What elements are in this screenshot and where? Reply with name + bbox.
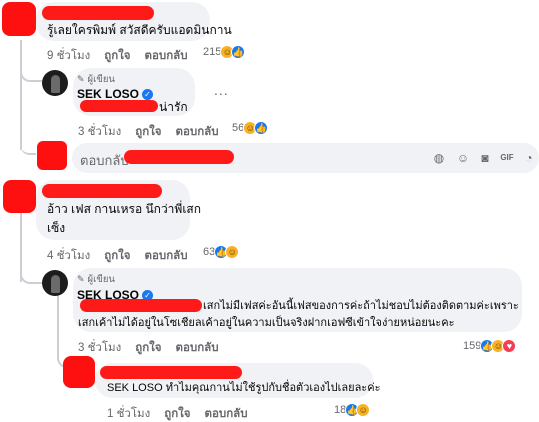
comment-actions: 1 ชั่วโมง ถูกใจ ตอบกลับ (107, 405, 248, 422)
avatar-sticker-icon[interactable]: ◍ (432, 151, 446, 165)
like-button[interactable]: ถูกใจ (104, 47, 130, 65)
reply-placeholder: ตอบกลับ (80, 153, 129, 168)
redacted-mention (124, 150, 234, 164)
author-avatar[interactable] (42, 270, 68, 296)
comment-text-line1: อ้าว เฟส กานเหรอ นึกว่าพี่เสก (47, 202, 202, 216)
current-user-avatar[interactable] (37, 141, 67, 170)
redacted-name (80, 100, 158, 112)
comment-text: น่ารัก (159, 100, 188, 114)
love-icon: ♥ (502, 339, 517, 353)
reaction-summary[interactable]: 63 👍 ☺ (203, 245, 240, 259)
pen-icon: ✎ (77, 74, 85, 84)
comment-text: รู้เลยใครพิมพ์ สวัสดีครับแอดมินกาน (47, 23, 232, 37)
reply-button[interactable]: ตอบกลับ (205, 405, 248, 422)
comment-time[interactable]: 1 ชั่วโมง (107, 405, 150, 422)
comment-text-line1: เสกไม่มีเฟสค่ะอันนี้เฟสของการค่ะถ้าไม่ชอ… (203, 300, 519, 312)
author-avatar[interactable] (42, 70, 68, 96)
camera-icon[interactable]: ◙ (478, 151, 492, 165)
comment-text-line2: เซ็ง (47, 221, 66, 235)
redacted-name (80, 299, 202, 312)
haha-icon: ☺ (356, 403, 371, 417)
comment-time[interactable]: 3 ชั่วโมง (78, 123, 121, 141)
comment-time[interactable]: 3 ชั่วโมง (78, 339, 121, 357)
redacted-name (42, 184, 162, 198)
more-options-icon[interactable]: ... (214, 82, 229, 98)
like-button[interactable]: ถูกใจ (135, 339, 161, 357)
comment-actions: 9 ชั่วโมง ถูกใจ ตอบกลับ (47, 47, 188, 65)
thread-line (20, 40, 22, 150)
author-badge: ✎ ผู้เขียน (77, 274, 115, 285)
reaction-summary[interactable]: 215 ☺ 👍 (203, 45, 246, 59)
avatar[interactable] (63, 356, 95, 388)
reply-button[interactable]: ตอบกลับ (145, 47, 188, 65)
author-badge: ✎ ผู้เขียน (77, 74, 115, 85)
comment-actions: 3 ชั่วโมง ถูกใจ ตอบกลับ (78, 339, 219, 357)
avatar[interactable] (3, 180, 36, 213)
emoji-icon[interactable]: ☺ (456, 151, 470, 165)
avatar[interactable] (2, 2, 36, 36)
comment-actions: 4 ชั่วโมง ถูกใจ ตอบกลับ (47, 247, 188, 265)
commenter-name[interactable]: SEK LOSO ✓ (77, 87, 154, 101)
like-button[interactable]: ถูกใจ (104, 247, 130, 265)
thread-connector (20, 60, 42, 82)
redacted-name (100, 366, 242, 379)
verified-icon: ✓ (142, 89, 154, 101)
gif-icon[interactable]: GIF (500, 151, 514, 165)
reply-button[interactable]: ตอบกลับ (176, 339, 219, 357)
comment-time[interactable]: 9 ชั่วโมง (47, 47, 90, 65)
thread-connector (20, 262, 42, 284)
like-icon: 👍 (254, 121, 269, 135)
reaction-summary[interactable]: 159 👍 ☺ ♥ (463, 339, 517, 353)
comment-text: SEK LOSO ทำไมคุณกานไม่ใช้รูปกับชื่อตัวเอ… (107, 382, 381, 394)
reaction-summary[interactable]: 18 👍 ☺ (334, 403, 371, 417)
pen-icon: ✎ (77, 274, 85, 284)
reaction-summary[interactable]: 56 ☺ 👍 (232, 121, 269, 135)
thread-connector (20, 135, 36, 155)
comment-actions: 3 ชั่วโมง ถูกใจ ตอบกลับ (78, 123, 219, 141)
like-icon: 👍 (231, 45, 246, 59)
reply-button[interactable]: ตอบกลับ (176, 123, 219, 141)
comment-time[interactable]: 4 ชั่วโมง (47, 247, 90, 265)
like-button[interactable]: ถูกใจ (164, 405, 190, 422)
reaction-count: 215 (203, 46, 222, 58)
redacted-name (42, 6, 154, 20)
comment-text-line2: เสกเค้าไม่ได้อยู่ในโซเชียลเค้าอยู่ในความ… (78, 317, 455, 329)
reaction-count: 159 (463, 340, 482, 352)
like-button[interactable]: ถูกใจ (135, 123, 161, 141)
reply-button[interactable]: ตอบกลับ (145, 247, 188, 265)
haha-icon: ☺ (225, 245, 240, 259)
sticker-icon[interactable]: ◔ (522, 151, 536, 165)
